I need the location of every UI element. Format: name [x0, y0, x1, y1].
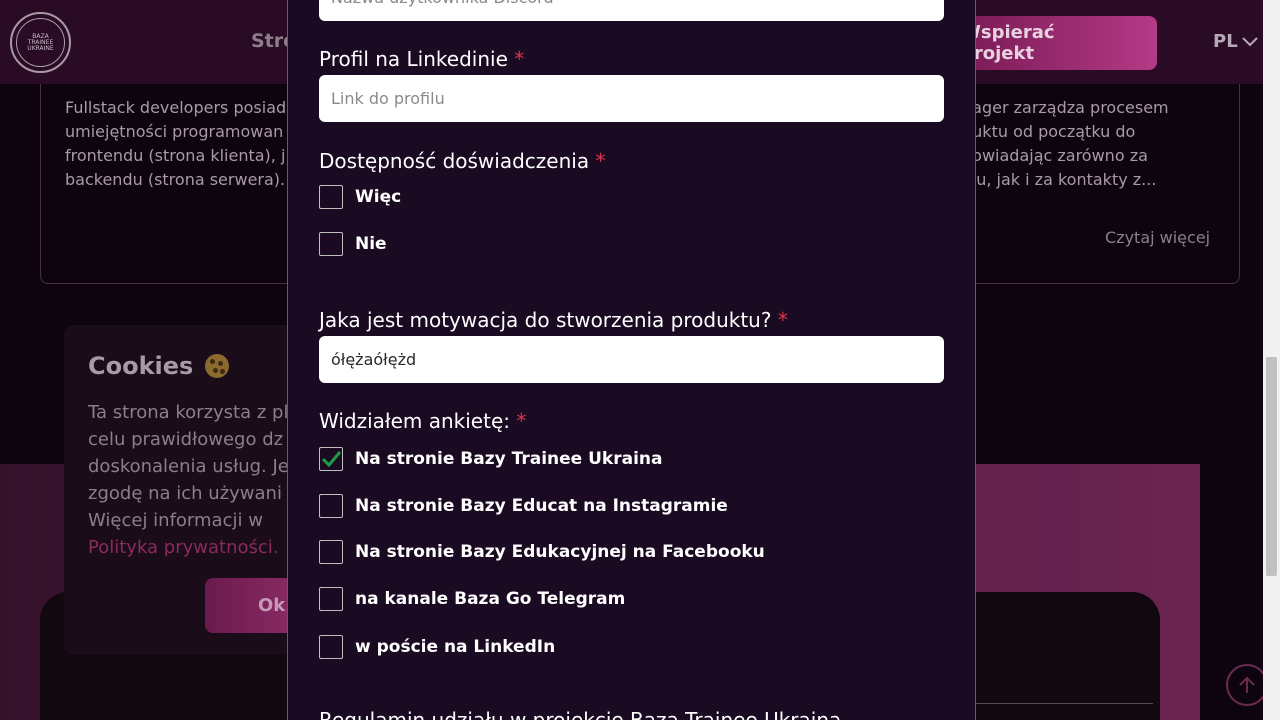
support-project-button[interactable]: Wspierać projekt — [961, 16, 1157, 70]
manager-card-line: nager zarządza procesem — [962, 98, 1169, 117]
checkbox[interactable] — [319, 232, 343, 256]
checkbox-label: Na stronie Bazy Educat na Instagramie — [355, 496, 728, 516]
cookie-title: Cookies — [88, 352, 230, 380]
rules-label: Regulamin udziału w projekcie Baza Train… — [319, 708, 842, 720]
logo[interactable]: BAZA TRAINEE UKRAINE — [10, 12, 71, 73]
required-marker: * — [516, 409, 527, 433]
fullstack-card-text: Fullstack developers posiad umiejętności… — [65, 98, 287, 189]
experience-label: Dostępność doświadczenia * — [319, 149, 605, 173]
linkedin-label-text: Profil na Linkedinie — [319, 47, 508, 71]
manager-card-line: duktu od początku do — [962, 122, 1136, 141]
linkedin-label: Profil na Linkedinie * — [319, 47, 524, 71]
checkbox[interactable] — [319, 494, 343, 518]
checkbox[interactable] — [319, 185, 343, 209]
scrollbar-thumb[interactable] — [1266, 357, 1277, 576]
checkbox[interactable] — [319, 587, 343, 611]
scroll-to-top-button[interactable] — [1226, 664, 1268, 706]
motivation-input[interactable] — [319, 336, 944, 383]
required-marker: * — [777, 308, 788, 332]
discord-input[interactable]: Nazwa użytkownika Discord — [319, 0, 944, 21]
survey-option-telegram[interactable]: na kanale Baza Go Telegram — [319, 587, 625, 611]
required-marker: * — [514, 47, 525, 71]
motivation-label-text: Jaka jest motywacja do stworzenia produk… — [319, 308, 772, 332]
manager-card-line: powiadając zarówno za — [962, 146, 1148, 165]
language-selector[interactable]: PL — [1213, 31, 1258, 52]
language-label: PL — [1213, 31, 1238, 52]
motivation-label: Jaka jest motywacja do stworzenia produk… — [319, 308, 788, 332]
survey-option-facebook[interactable]: Na stronie Bazy Edukacyjnej na Facebooku — [319, 540, 765, 564]
cookie-text-line: zgodę na ich używani — [88, 483, 282, 504]
survey-option-instagram[interactable]: Na stronie Bazy Educat na Instagramie — [319, 494, 728, 518]
required-marker: * — [595, 149, 606, 173]
checkbox-label: na kanale Baza Go Telegram — [355, 589, 626, 609]
survey-option-linkedin[interactable]: w poście na LinkedIn — [319, 635, 555, 659]
cookie-icon — [205, 354, 230, 378]
logo-text: BAZA TRAINEE UKRAINE — [27, 32, 54, 52]
experience-option-no[interactable]: Nie — [319, 232, 387, 256]
checkbox-label: Więc — [355, 187, 402, 207]
manager-card-text: nager zarządza procesem duktu od początk… — [962, 96, 1222, 192]
cookie-title-text: Cookies — [88, 352, 194, 380]
linkedin-input[interactable] — [319, 75, 944, 122]
read-more-link[interactable]: Czytaj więcej — [1105, 228, 1210, 247]
cookie-text-line: doskonalenia usług. Je — [88, 456, 289, 477]
checkbox-label: w poście na LinkedIn — [355, 637, 556, 657]
checkbox-checked[interactable] — [319, 447, 343, 471]
survey-label: Widziałem ankietę: * — [319, 409, 526, 433]
survey-label-text: Widziałem ankietę: — [319, 409, 510, 433]
chevron-down-icon — [1241, 36, 1258, 46]
privacy-policy-link[interactable]: Polityka prywatności. — [88, 534, 288, 561]
survey-option-trainee[interactable]: Na stronie Bazy Trainee Ukraina — [319, 447, 663, 471]
cookie-text-line: Więcej informacji w — [88, 510, 263, 531]
checkmark-icon — [321, 451, 341, 468]
checkbox[interactable] — [319, 540, 343, 564]
checkbox[interactable] — [319, 635, 343, 659]
arrow-up-icon — [1239, 676, 1255, 693]
checkbox-label: Na stronie Bazy Edukacyjnej na Facebooku — [355, 542, 765, 562]
divider — [975, 703, 1153, 704]
cookie-ok-button[interactable]: Ok — [205, 578, 295, 633]
checkbox-label: Na stronie Bazy Trainee Ukraina — [355, 449, 663, 469]
experience-label-text: Dostępność doświadczenia — [319, 149, 590, 173]
cookie-text-line: Ta strona korzysta z pl — [88, 402, 289, 423]
cookie-text: Ta strona korzysta z pl celu prawidłoweg… — [88, 399, 289, 561]
checkbox-label: Nie — [355, 234, 387, 254]
experience-option-yes[interactable]: Więc — [319, 185, 401, 209]
cookie-text-line: celu prawidłowego dz — [88, 429, 284, 450]
manager-card-line: olu, jak i za kontakty z... — [962, 170, 1157, 189]
